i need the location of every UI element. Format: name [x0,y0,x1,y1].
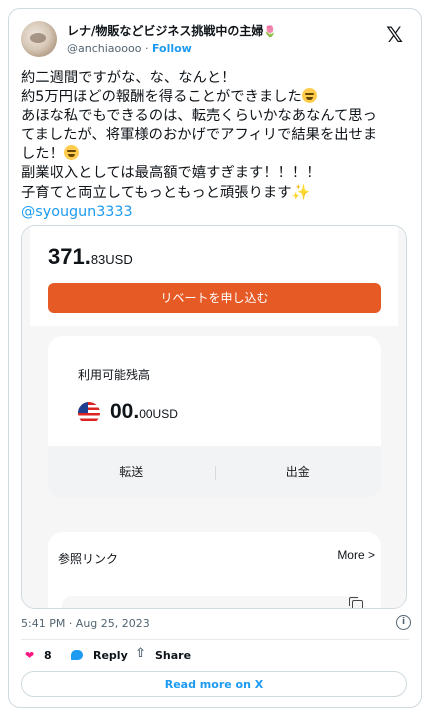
reply-button[interactable]: Reply [93,649,128,662]
tweet-line-with-emoji: した！ [21,145,413,164]
handle-separator: · [141,42,152,55]
tweet-text: 約二週間ですがな、な、なんと！ 約5万円ほどの報酬を得ることができました あほな… [21,69,413,222]
display-name-text: レナ/物販などビジネス挑戦中の主婦 [67,24,264,38]
tweet-line: 子育てと両立してもっともっと頑張ります [21,185,292,201]
grinning-face-icon [63,145,79,160]
reference-more-link: More > [337,548,375,562]
reference-link-card: 参照リンク More > [48,532,381,608]
tweet-line: 約二週間ですがな、な、なんと！ [21,70,236,86]
like-count[interactable]: 8 [44,649,52,662]
reply-icon[interactable] [71,650,83,660]
info-icon[interactable]: i [396,615,411,630]
balance-main: 00. [110,400,140,423]
divider [21,639,409,640]
avatar[interactable] [21,21,57,57]
mention-link[interactable]: @syougun3333 [21,203,413,222]
tweet-timestamp[interactable]: 5:41 PM · Aug 25, 2023 [21,617,150,630]
share-icon[interactable]: ⇧ [135,646,146,661]
tweet-line: 約5万円ほどの報酬を得ることができました [21,89,302,105]
balance-actions: 転送 出金 [48,446,381,498]
balance-label: 利用可能残高 [78,368,151,382]
x-logo-icon[interactable]: 𝕏 [386,23,403,47]
laughing-face-icon [301,88,317,103]
attached-image[interactable]: 371.83USD リベートを申し込む 利用可能残高 00.00USD 転送 出… [21,225,407,609]
tweet-line-with-emoji: 約5万円ほどの報酬を得ることができました [21,88,413,107]
copy-icon [349,597,363,608]
tweet-line-with-emoji: 子育てと両立してもっともっと頑張ります✨ [21,183,413,203]
balance-amount: 00.00USD [110,400,178,424]
app-screenshot: 371.83USD リベートを申し込む 利用可能残高 00.00USD 転送 出… [22,226,406,608]
tweet-line: 副業収入としては最高額で嬉すぎます！！！！ [21,165,321,181]
withdraw-button: 出金 [285,465,310,479]
follow-link[interactable]: Follow [152,42,192,55]
tweet-line: した！ [21,146,64,162]
tweet-line: てましたが、将軍様のおかげでアフィリで結果を出せま [21,127,378,143]
tweet-header: レナ/物販などビジネス挑戦中の主婦🌷 @anchiaoooo · Follow … [21,21,409,65]
total-amount-sub: 83USD [90,252,133,267]
us-flag-icon [78,402,100,424]
transfer-button: 転送 [119,465,144,479]
balance-card: 利用可能残高 00.00USD 転送 出金 [48,336,381,498]
reference-link-box [62,596,362,608]
display-name[interactable]: レナ/物販などビジネス挑戦中の主婦🌷 [67,22,277,39]
balance-sub: 00USD [139,407,178,421]
reference-link-title: 参照リンク [58,552,119,566]
read-more-button[interactable]: Read more on X [21,671,407,697]
handle-line: @anchiaoooo · Follow [67,42,192,55]
total-amount: 371.83USD [48,244,133,270]
tulip-icon: 🌷 [263,25,278,38]
total-amount-main: 371. [48,244,91,269]
heart-icon[interactable]: ❤ [25,650,34,661]
tweet-line: あほな私でもできるのは、転売くらいかなあなんて思っ [21,108,377,124]
sparkles-icon: ✨ [291,183,311,201]
user-handle[interactable]: @anchiaoooo [67,42,141,55]
tweet-card: レナ/物販などビジネス挑戦中の主婦🌷 @anchiaoooo · Follow … [8,8,422,708]
share-button[interactable]: Share [155,649,191,662]
rebate-button: リベートを申し込む [48,283,381,313]
